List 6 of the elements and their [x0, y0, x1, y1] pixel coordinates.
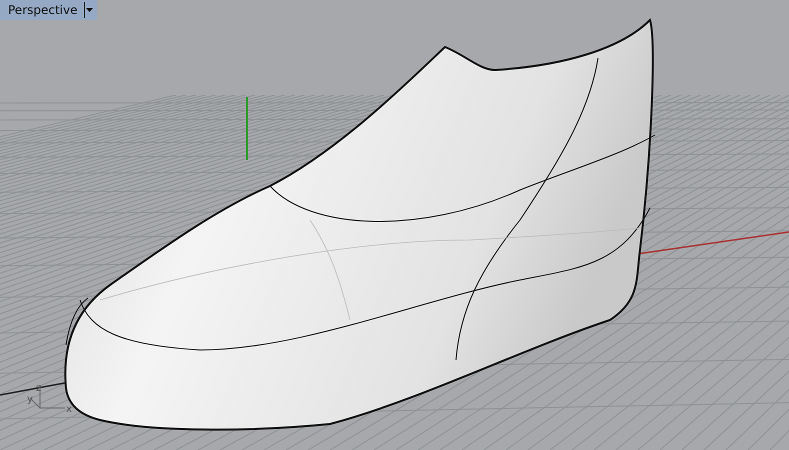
y-axis-label: y — [27, 394, 33, 405]
viewport-tab[interactable]: Perspective — [0, 0, 96, 20]
y-axis-line — [246, 97, 248, 160]
z-axis-label: z — [36, 383, 42, 394]
dropdown-caret-icon[interactable] — [84, 2, 94, 18]
x-axis-label: x — [66, 404, 72, 415]
